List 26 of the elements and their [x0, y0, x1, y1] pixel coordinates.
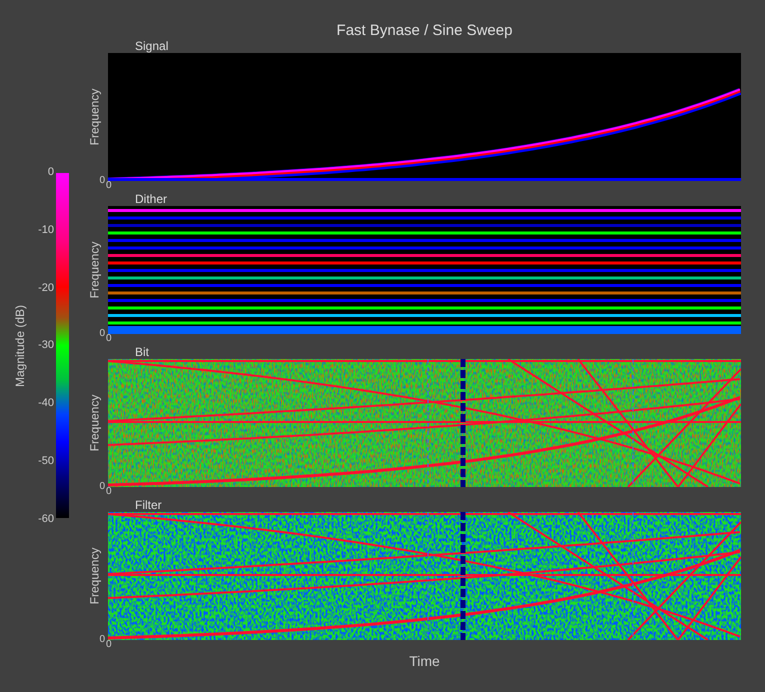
x-axis-label: Time — [409, 653, 440, 669]
panel-title: Dither — [135, 192, 168, 206]
colorbar-tick: -10 — [38, 224, 54, 236]
panel-title: Signal — [135, 39, 168, 53]
colorbar-tick: -40 — [38, 397, 54, 410]
x-axis-tick: 0 — [106, 333, 112, 344]
x-axis-tick: 0 — [106, 639, 112, 650]
y-axis-tick: 0 — [99, 634, 105, 645]
colorbar-tick: -60 — [38, 512, 54, 525]
y-axis-label: Frequency — [87, 242, 101, 298]
y-axis-label: Frequency — [87, 88, 101, 146]
colorbar-tick: -30 — [38, 339, 54, 352]
panel-title: Bit — [135, 345, 150, 359]
colorbar-tick: -50 — [38, 455, 54, 468]
colorbar-label: Magnitude (dB) — [13, 304, 27, 387]
y-axis-label: Frequency — [87, 394, 101, 452]
colorbar-tick: -20 — [38, 282, 54, 294]
y-axis-tick: 0 — [99, 175, 105, 186]
y-axis-tick: 0 — [99, 328, 105, 339]
panel-title: Filter — [135, 498, 162, 512]
y-axis-label: Frequency — [87, 548, 101, 604]
x-axis-tick: 0 — [106, 180, 112, 191]
x-axis-tick: 0 — [106, 486, 112, 497]
colorbar-tick: 0 — [48, 166, 54, 178]
y-axis-tick: 0 — [99, 481, 105, 492]
chart-title: Fast Bynase / Sine Sweep — [336, 22, 512, 39]
